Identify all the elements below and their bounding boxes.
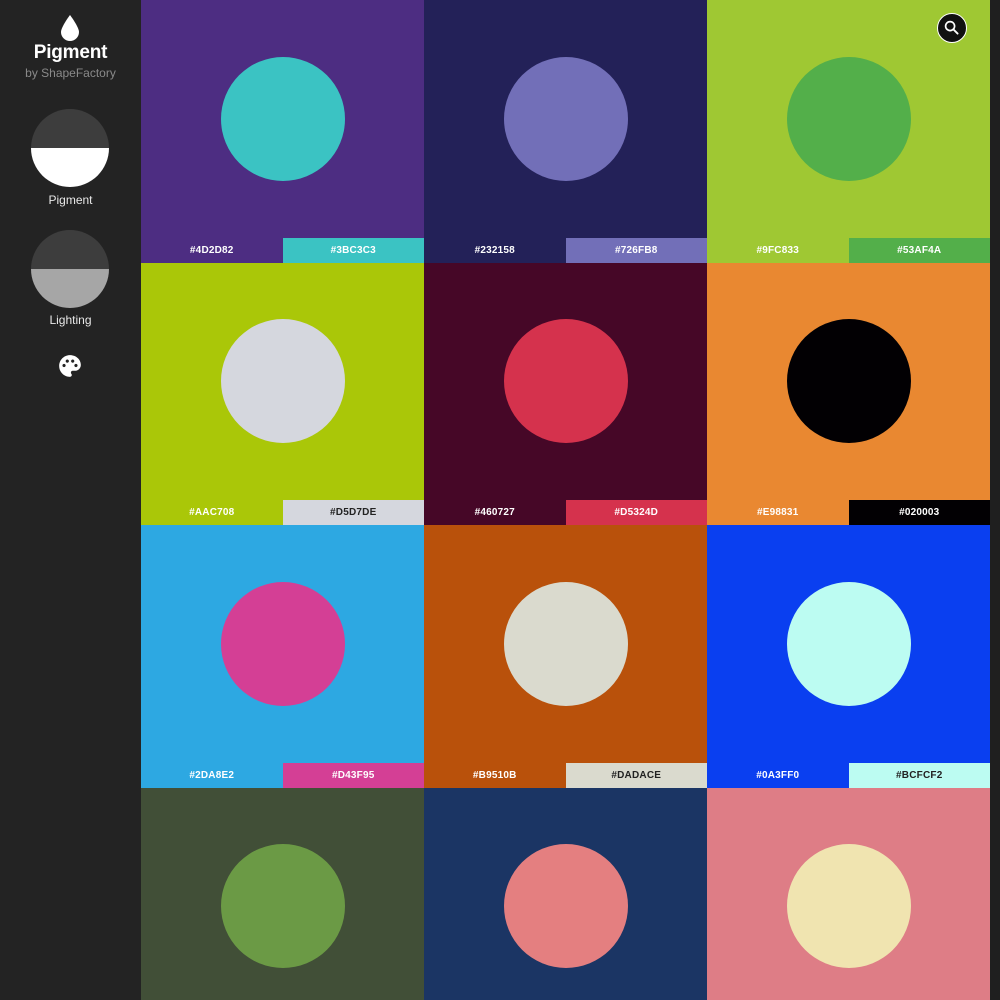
pigment-mode-icon <box>31 109 109 187</box>
background-hex-swatch[interactable]: #B9510B <box>424 762 566 788</box>
palette-background <box>141 0 424 238</box>
palette-background <box>424 787 707 1000</box>
palette-background <box>424 262 707 500</box>
background-hex-swatch[interactable]: #2DA8E2 <box>141 762 283 788</box>
palette-foreground-circle <box>786 581 911 706</box>
foreground-hex-swatch[interactable]: #53AF4A <box>848 237 990 263</box>
foreground-hex-swatch[interactable]: #DADACE <box>565 762 707 788</box>
palette-foreground-circle <box>220 581 345 706</box>
palette-foreground-circle <box>786 56 911 181</box>
palette-card[interactable]: #B9510B #DADACE <box>424 525 707 788</box>
background-hex-swatch[interactable]: #9FC833 <box>707 237 849 263</box>
palette-foreground-circle <box>786 319 911 443</box>
foreground-hex-swatch[interactable]: #D5324D <box>565 500 707 525</box>
palette-foreground-circle <box>220 319 345 443</box>
foreground-hex-swatch[interactable]: #D5D7DE <box>282 500 424 525</box>
search-button[interactable] <box>937 13 967 43</box>
palette-background <box>707 525 990 763</box>
palette-background <box>141 787 424 1000</box>
app-root: Pigment by ShapeFactory Pigment Lighting… <box>0 0 1000 1000</box>
palette-background <box>141 525 424 763</box>
palette-card[interactable]: #1B3564#E47F80 <box>424 787 707 1000</box>
lighting-mode-icon <box>31 230 109 308</box>
background-hex-swatch[interactable]: #4D2D82 <box>141 237 283 263</box>
foreground-hex-swatch[interactable]: #020003 <box>848 500 990 525</box>
palette-foreground-circle <box>786 844 911 968</box>
brand-title: Pigment <box>33 42 108 63</box>
scrollbar[interactable] <box>990 0 1000 1000</box>
palette-background <box>707 262 990 500</box>
palette-card[interactable]: #232158 #726FB8 <box>424 0 707 263</box>
background-hex-swatch[interactable]: #460727 <box>424 500 566 525</box>
brand-subtitle: by ShapeFactory <box>25 66 116 80</box>
background-hex-swatch[interactable]: #E98831 <box>707 500 849 525</box>
drop-icon <box>61 15 79 41</box>
palette-card[interactable]: #E98831 #020003 <box>707 262 990 525</box>
palette-card[interactable]: #2DA8E2 #D43F95 <box>141 525 424 788</box>
background-hex-swatch[interactable]: #0A3FF0 <box>707 762 849 788</box>
palette-foreground-circle <box>220 56 345 181</box>
palette-background <box>707 787 990 1000</box>
palette-foreground-circle <box>503 581 628 706</box>
palette-card[interactable]: #DE7D86#F0E4B0 <box>707 787 990 1000</box>
palette-foreground-circle <box>503 56 628 181</box>
palette-background <box>424 0 707 238</box>
foreground-hex-swatch[interactable]: #3BC3C3 <box>282 237 424 263</box>
foreground-hex-swatch[interactable]: #726FB8 <box>565 237 707 263</box>
mode-label-lighting: Lighting <box>49 313 92 327</box>
palette-background <box>141 262 424 500</box>
palette-foreground-circle <box>220 844 345 968</box>
palette-card[interactable]: #460727 #D5324D <box>424 262 707 525</box>
mode-label-pigment: Pigment <box>48 193 93 207</box>
foreground-hex-swatch[interactable]: #BCFCF2 <box>848 762 990 788</box>
foreground-hex-swatch[interactable]: #D43F95 <box>282 762 424 788</box>
background-hex-swatch[interactable]: #AAC708 <box>141 500 283 525</box>
palette-card[interactable]: #0A3FF0 #BCFCF2 <box>707 525 990 788</box>
palette-icon[interactable] <box>57 353 83 379</box>
search-icon <box>944 20 959 35</box>
palette-card[interactable]: #414F37#6B9A45 <box>141 787 424 1000</box>
palette-foreground-circle <box>503 319 628 443</box>
palette-grid: #4D2D82 #3BC3C3 #232158 #726FB8 #9FC833 #53AF… <box>141 0 990 1000</box>
palette-card[interactable]: #4D2D82 #3BC3C3 <box>141 0 424 263</box>
palette-foreground-circle <box>503 844 628 968</box>
palette-background <box>424 525 707 763</box>
sidebar: Pigment by ShapeFactory Pigment Lighting <box>0 0 141 1000</box>
background-hex-swatch[interactable]: #232158 <box>424 237 566 263</box>
palette-card[interactable]: #AAC708 #D5D7DE <box>141 262 424 525</box>
